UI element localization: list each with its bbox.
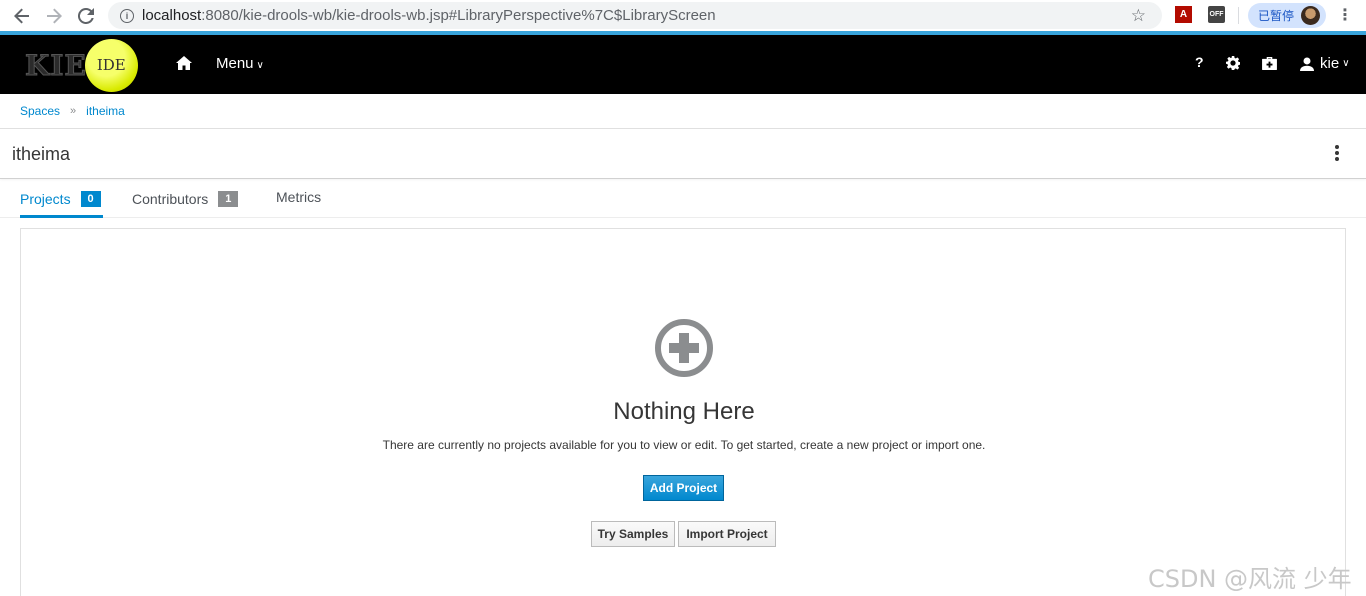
app-header: KIE IDE Menu ∨ ? kie ∨ <box>0 35 1366 94</box>
breadcrumb-spaces[interactable]: Spaces <box>20 104 60 118</box>
plus-circle-icon <box>655 319 713 377</box>
breadcrumb-space[interactable]: itheima <box>86 104 125 118</box>
breadcrumb-separator: » <box>70 105 77 117</box>
try-samples-button[interactable]: Try Samples <box>591 521 675 547</box>
toolbar-divider <box>1238 7 1239 24</box>
tab-contributors[interactable]: Contributors 1 <box>132 189 239 209</box>
empty-state-title: Nothing Here <box>613 398 755 425</box>
reload-icon <box>78 7 94 24</box>
tab-label: Projects <box>20 191 71 207</box>
page-title: itheima <box>12 144 71 164</box>
forward-button[interactable] <box>38 0 70 31</box>
url-path: :8080/kie-drools-wb/kie-drools-wb.jsp#Li… <box>201 7 716 24</box>
pdf-extension-icon[interactable]: A <box>1175 6 1192 23</box>
user-menu[interactable]: kie ∨ <box>1300 55 1350 72</box>
logo-text: KIE <box>25 48 87 82</box>
menu-dropdown[interactable]: Menu ∨ <box>216 55 264 72</box>
profile-status: 已暂停 <box>1258 9 1295 23</box>
gear-icon[interactable] <box>1226 56 1240 70</box>
kie-ide-logo[interactable]: KIE IDE <box>25 38 138 92</box>
menu-label: Menu <box>216 55 254 72</box>
kebab-menu-icon[interactable] <box>1332 145 1342 163</box>
tab-projects[interactable]: Projects 0 <box>20 189 101 209</box>
arrow-left-icon <box>14 8 29 23</box>
breadcrumb: Spaces » itheima <box>0 94 1366 129</box>
user-icon <box>1300 56 1314 71</box>
empty-state-description: There are currently no projects availabl… <box>382 438 986 452</box>
count-badge: 1 <box>218 191 239 207</box>
chevron-down-icon: ∨ <box>256 60 264 71</box>
add-project-button[interactable]: Add Project <box>643 475 724 501</box>
import-project-button[interactable]: Import Project <box>678 521 776 547</box>
off-extension-icon[interactable]: OFF <box>1208 6 1225 23</box>
back-button[interactable] <box>6 0 38 31</box>
active-tab-indicator <box>20 215 103 218</box>
briefcase-icon[interactable] <box>1262 57 1277 70</box>
browser-menu-icon[interactable]: ⋮ <box>1337 5 1353 25</box>
tab-metrics[interactable]: Metrics <box>276 187 321 207</box>
user-label: kie <box>1320 55 1340 72</box>
info-icon[interactable]: i <box>120 8 134 23</box>
profile-button[interactable]: 已暂停 <box>1248 3 1326 28</box>
chevron-down-icon: ∨ <box>1342 58 1350 69</box>
logo-badge: IDE <box>84 38 138 92</box>
browser-toolbar: i localhost:8080/kie-drools-wb/kie-drool… <box>0 0 1366 31</box>
arrow-right-icon <box>47 8 62 23</box>
watermark: CSDN @风流 少年 <box>1148 565 1352 593</box>
tab-label: Contributors <box>132 191 209 207</box>
address-bar[interactable]: i localhost:8080/kie-drools-wb/kie-drool… <box>108 2 1162 29</box>
count-badge: 0 <box>80 191 101 207</box>
tab-label: Metrics <box>276 189 322 205</box>
reload-button[interactable] <box>70 0 102 31</box>
title-bar: itheima <box>0 129 1366 179</box>
help-icon[interactable]: ? <box>1195 54 1204 70</box>
bookmark-star-icon[interactable]: ☆ <box>1131 6 1146 26</box>
home-icon[interactable] <box>176 55 192 71</box>
tab-bar: Projects 0 Contributors 1 Metrics <box>0 179 1366 218</box>
empty-state-card: Nothing Here There are currently no proj… <box>20 228 1346 596</box>
url-host: localhost <box>142 7 202 24</box>
avatar <box>1301 6 1320 25</box>
